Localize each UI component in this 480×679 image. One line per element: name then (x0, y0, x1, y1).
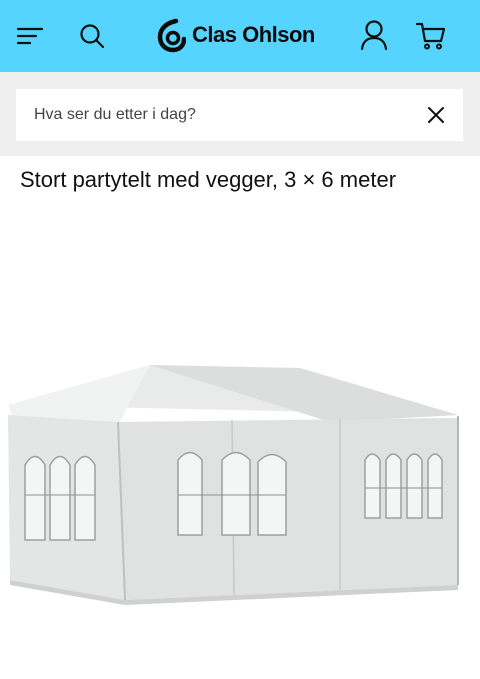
product-image[interactable] (0, 240, 480, 660)
logo-mark-icon (157, 18, 186, 53)
logo-text: Clas Ohlson (192, 22, 315, 47)
product-title: Stort partytelt med vegger, 3 × 6 meter (20, 167, 397, 192)
search-icon[interactable] (76, 20, 108, 52)
account-icon[interactable] (358, 18, 390, 52)
search-input[interactable] (16, 89, 463, 141)
search-bar-container (0, 72, 480, 156)
clas-ohlson-logo[interactable]: Clas Ohlson (156, 16, 315, 54)
cart-icon[interactable] (414, 18, 448, 52)
close-icon[interactable] (420, 99, 452, 131)
top-navigation-bar: Clas Ohlson (0, 0, 480, 72)
menu-icon[interactable] (14, 20, 46, 52)
